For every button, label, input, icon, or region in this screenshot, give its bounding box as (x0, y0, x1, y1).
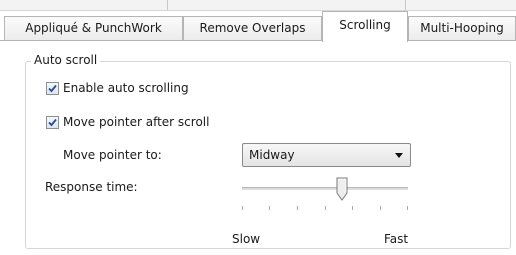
move-pointer-after-scroll-row[interactable]: Move pointer after scroll (46, 114, 209, 130)
slider-thumb[interactable] (336, 177, 348, 201)
slider-tick (297, 206, 298, 210)
slider-tick (407, 206, 408, 210)
response-time-label: Response time: (45, 180, 138, 194)
tab-strip-divider (167, 0, 168, 10)
slider-min-label: Slow (232, 232, 261, 246)
slider-max-label: Fast (384, 232, 409, 246)
move-pointer-to-label: Move pointer to: (63, 148, 162, 162)
enable-auto-scrolling-checkbox[interactable] (46, 81, 59, 95)
tab-strip-divider (405, 0, 406, 10)
tab-multi-hooping[interactable]: Multi-Hooping (408, 16, 516, 40)
slider-track (242, 187, 408, 190)
group-title: Auto scroll (31, 52, 101, 68)
slider-tick (269, 206, 270, 210)
slider-tick (325, 206, 326, 210)
move-pointer-after-scroll-checkbox[interactable] (46, 115, 59, 129)
enable-auto-scrolling-row[interactable]: Enable auto scrolling (46, 80, 189, 96)
tab-remove-overlaps[interactable]: Remove Overlaps (183, 16, 322, 40)
move-pointer-to-value: Midway (249, 148, 295, 162)
response-time-slider[interactable] (238, 176, 412, 218)
move-pointer-after-scroll-label: Move pointer after scroll (63, 115, 210, 129)
slider-tick (380, 206, 381, 210)
slider-tick (352, 206, 353, 210)
tab-scrolling[interactable]: Scrolling (322, 11, 408, 42)
tab-bar: Appliqué & PunchWork Remove Overlaps Scr… (0, 10, 516, 42)
tab-applique-punchwork[interactable]: Appliqué & PunchWork (4, 16, 183, 40)
slider-tick (242, 206, 243, 210)
chevron-down-icon (395, 153, 403, 158)
options-dialog: Appliqué & PunchWork Remove Overlaps Scr… (0, 0, 516, 255)
checkmark-icon (48, 84, 57, 92)
checkmark-icon (48, 118, 57, 126)
move-pointer-to-dropdown[interactable]: Midway (242, 143, 411, 167)
enable-auto-scrolling-label: Enable auto scrolling (63, 81, 189, 95)
